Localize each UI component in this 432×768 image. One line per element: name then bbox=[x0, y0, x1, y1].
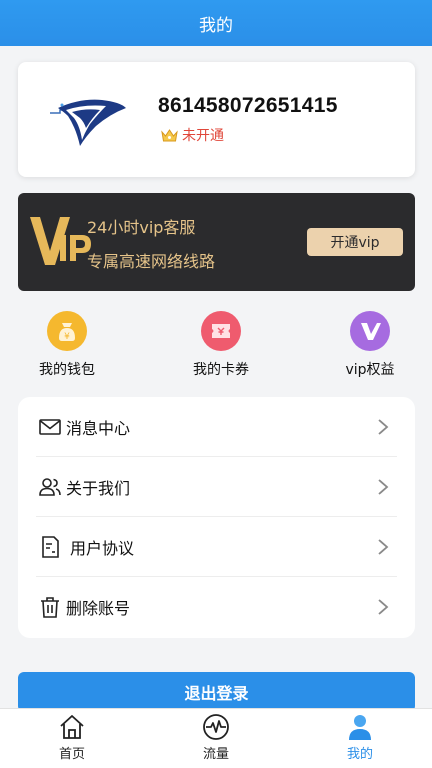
document-icon bbox=[42, 536, 59, 558]
home-icon bbox=[60, 715, 84, 739]
tab-home[interactable]: 首页 bbox=[27, 713, 117, 762]
vip-icon bbox=[350, 311, 390, 351]
vip-benefit-service: 24小时vip客服 bbox=[87, 218, 196, 237]
wallet-icon: ¥ bbox=[47, 311, 87, 351]
logout-button[interactable]: 退出登录 bbox=[18, 672, 415, 712]
menu-item-agreement[interactable]: 用户协议 bbox=[36, 517, 397, 577]
coupon-label: 我的卡券 bbox=[193, 362, 249, 378]
chevron-right-icon bbox=[378, 539, 389, 555]
chevron-right-icon bbox=[378, 479, 389, 495]
vip-rights-label: vip权益 bbox=[345, 362, 395, 378]
open-vip-button[interactable]: 开通vip bbox=[307, 228, 403, 256]
tab-traffic[interactable]: 流量 bbox=[171, 713, 261, 762]
chevron-right-icon bbox=[378, 419, 389, 435]
vip-banner[interactable]: 24小时vip客服 专属高速网络线路 开通vip bbox=[18, 193, 415, 291]
vip-benefit-network: 专属高速网络线路 bbox=[87, 252, 216, 271]
wallet-button[interactable]: ¥ 我的钱包 bbox=[17, 311, 117, 379]
menu-item-label: 用户协议 bbox=[70, 539, 135, 558]
chevron-right-icon bbox=[378, 599, 389, 615]
vip-status: 未开通 bbox=[161, 125, 224, 145]
users-icon bbox=[39, 478, 61, 496]
menu-item-delete-account[interactable]: 删除账号 bbox=[36, 577, 397, 637]
menu-item-about[interactable]: 关于我们 bbox=[36, 457, 397, 517]
menu-item-messages[interactable]: 消息中心 bbox=[36, 397, 397, 457]
tab-mine[interactable]: 我的 bbox=[315, 713, 405, 762]
pulse-icon bbox=[203, 714, 229, 740]
profile-card: 861458072651415 未开通 bbox=[18, 62, 415, 177]
tab-traffic-label: 流量 bbox=[202, 747, 229, 762]
coupon-icon bbox=[201, 311, 241, 351]
menu-card: 消息中心 关于我们 用户协议 删除账号 bbox=[18, 397, 415, 638]
page-title: 我的 bbox=[199, 15, 233, 36]
app-logo-icon bbox=[50, 99, 126, 146]
vip-status-text: 未开通 bbox=[182, 128, 224, 144]
menu-item-label: 消息中心 bbox=[66, 419, 131, 438]
tab-home-label: 首页 bbox=[58, 747, 85, 762]
vip-rights-button[interactable]: vip权益 bbox=[320, 311, 420, 379]
svg-text:¥: ¥ bbox=[64, 332, 70, 342]
tab-mine-label: 我的 bbox=[346, 747, 373, 762]
bottom-nav: 首页 流量 我的 bbox=[0, 708, 432, 768]
trash-icon bbox=[41, 597, 59, 618]
top-bar: 我的 bbox=[0, 0, 432, 46]
mail-icon bbox=[39, 419, 61, 435]
user-id: 861458072651415 bbox=[158, 94, 338, 117]
vip-logo-icon bbox=[30, 217, 91, 265]
crown-icon bbox=[161, 128, 178, 141]
menu-item-label: 关于我们 bbox=[66, 479, 131, 498]
coupon-button[interactable]: 我的卡券 bbox=[171, 311, 271, 379]
wallet-label: 我的钱包 bbox=[39, 362, 95, 378]
menu-item-label: 删除账号 bbox=[66, 599, 131, 618]
person-icon bbox=[349, 715, 371, 740]
